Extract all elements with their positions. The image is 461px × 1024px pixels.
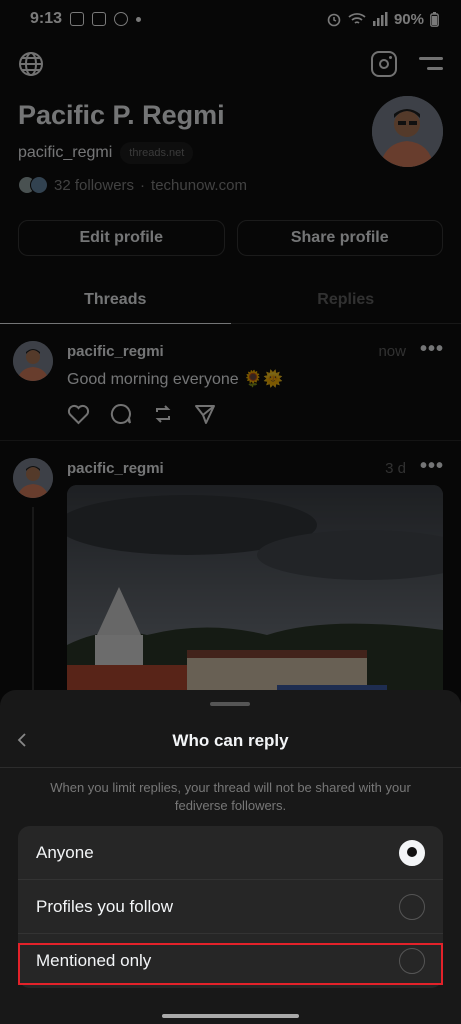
share-icon[interactable] (194, 403, 216, 425)
tab-replies[interactable]: Replies (231, 276, 461, 323)
wifi-icon (348, 13, 366, 24)
more-notifications-icon (136, 16, 142, 22)
post-avatar[interactable] (13, 458, 53, 498)
messenger-notification-icon (114, 12, 129, 26)
option-profiles-you-follow[interactable]: Profiles you follow (18, 880, 443, 934)
post-time: 3 d (385, 460, 406, 477)
app-notification-icon (92, 12, 107, 26)
signal-icon (372, 12, 388, 26)
option-label: Anyone (36, 842, 94, 862)
thread-post[interactable]: pacific_regmi now ••• Good morning every… (0, 324, 461, 440)
profile-actions: Edit profile Share profile (18, 220, 443, 256)
more-options-icon[interactable]: ••• (420, 338, 444, 361)
comment-icon[interactable] (110, 403, 132, 425)
option-label: Profiles you follow (36, 896, 174, 916)
share-profile-button[interactable]: Share profile (236, 220, 443, 256)
follower-avatar (30, 176, 48, 194)
separator: · (140, 176, 146, 194)
post-image[interactable] (67, 485, 443, 715)
post-username[interactable]: pacific_regmi (67, 460, 164, 477)
battery-percent: 90% (393, 10, 424, 28)
domain-chip[interactable]: threads.net (120, 142, 194, 164)
globe-icon[interactable] (18, 51, 44, 77)
repost-icon[interactable] (152, 403, 174, 425)
sheet-divider (0, 767, 461, 768)
top-bar (18, 46, 443, 82)
follower-avatars[interactable] (18, 176, 48, 194)
more-options-icon[interactable]: ••• (420, 455, 444, 478)
thread-line (32, 507, 34, 691)
sheet-title: Who can reply (172, 731, 289, 750)
post-actions (67, 403, 216, 425)
profile-avatar[interactable] (372, 96, 443, 167)
status-time: 9:13 (30, 10, 63, 27)
handle-row: pacific_regmi threads.net (18, 142, 194, 164)
followers-row: 32 followers · techunow.com (18, 176, 247, 194)
profile-tabs: Threads Replies (0, 276, 461, 324)
heart-icon[interactable] (67, 404, 90, 425)
profile-handle: pacific_regmi (18, 144, 113, 161)
alarm-icon (327, 13, 341, 27)
option-anyone[interactable]: Anyone (18, 826, 443, 880)
edit-profile-button[interactable]: Edit profile (18, 220, 225, 256)
instagram-icon[interactable] (371, 51, 397, 77)
post-avatar[interactable] (13, 341, 53, 381)
menu-icon[interactable] (419, 57, 443, 71)
post-time: now (378, 343, 406, 360)
sheet-drag-handle[interactable] (210, 702, 250, 706)
post-text: Good morning everyone 🌻🌞 (67, 371, 283, 388)
profile-name: Pacific P. Regmi (18, 100, 225, 130)
thread-post[interactable]: pacific_regmi 3 d ••• (0, 441, 461, 715)
radio-unselected[interactable] (399, 893, 425, 920)
followers-count[interactable]: 32 followers (54, 177, 134, 194)
highlight-box (18, 943, 443, 985)
battery-icon (430, 11, 439, 27)
gesture-nav-bar[interactable] (162, 1014, 299, 1018)
gallery-notification-icon (70, 12, 85, 26)
tab-threads[interactable]: Threads (0, 276, 231, 324)
profile-link[interactable]: techunow.com (151, 177, 247, 194)
status-bar: 9:13 90% (0, 0, 461, 38)
post-username[interactable]: pacific_regmi (67, 343, 164, 360)
radio-selected[interactable] (399, 839, 425, 866)
sheet-note: When you limit replies, your thread will… (50, 780, 411, 813)
